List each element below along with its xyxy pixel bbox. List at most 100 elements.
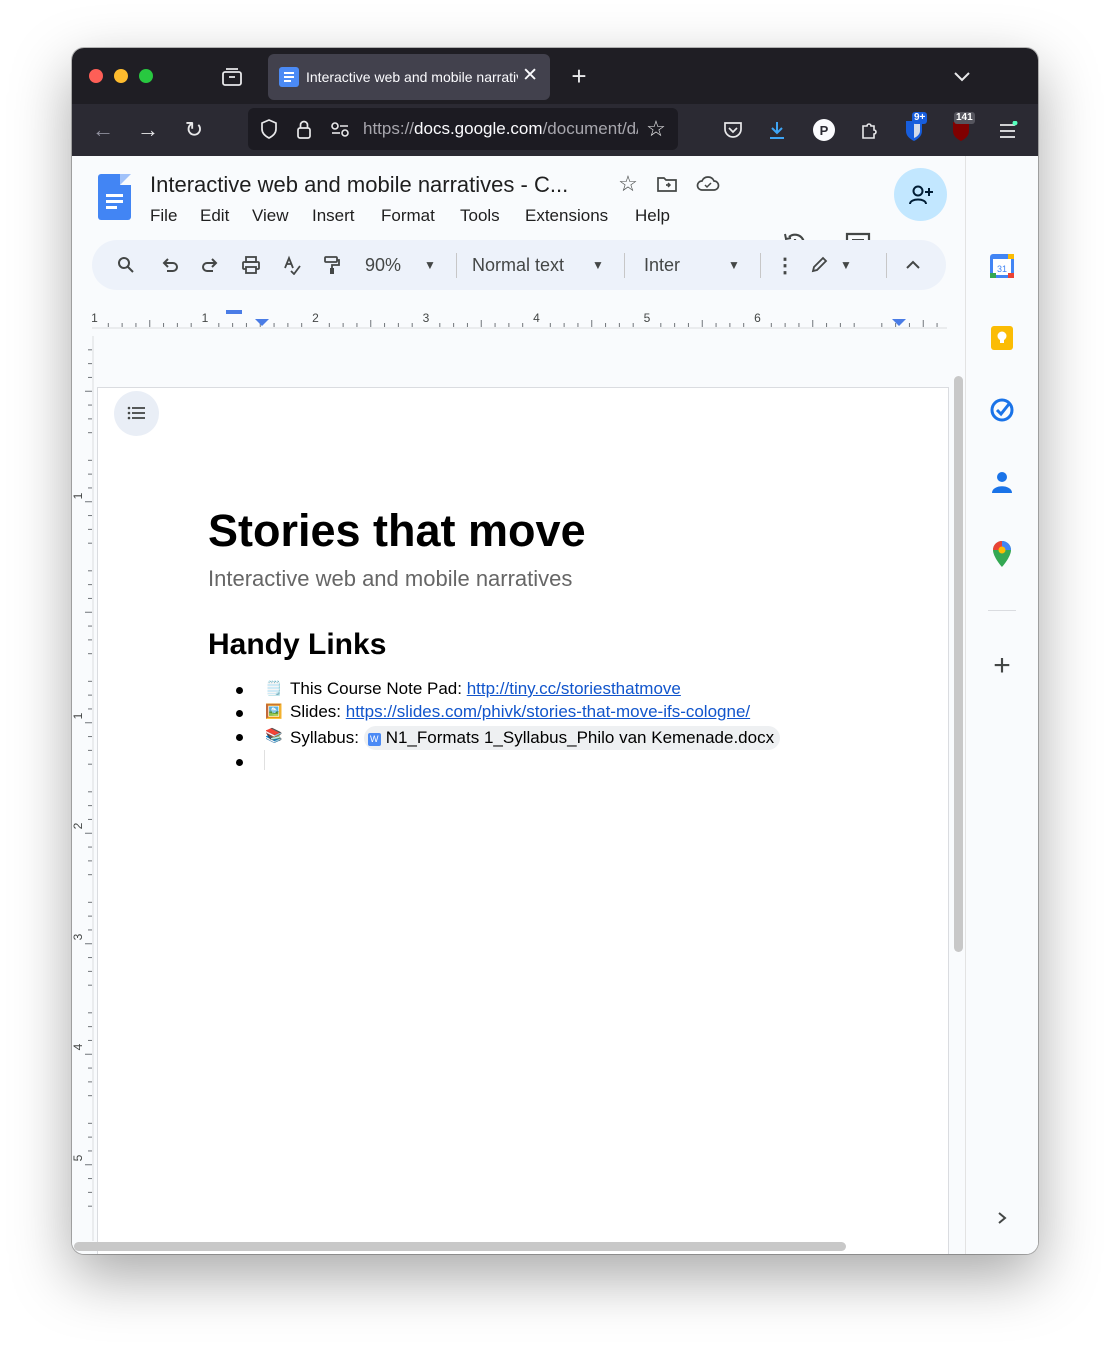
google-docs-app: Interactive web and mobile narratives - …: [72, 156, 1038, 1254]
search-menus-icon[interactable]: [110, 240, 142, 290]
print-icon[interactable]: [235, 240, 267, 290]
font-dropdown-icon[interactable]: ▼: [724, 240, 744, 290]
document-subtitle[interactable]: Interactive web and mobile narratives: [208, 566, 572, 592]
bullet: [236, 710, 243, 717]
document-outline-button[interactable]: [114, 391, 159, 436]
list-icon: [127, 406, 145, 420]
document-title-heading[interactable]: Stories that move: [208, 505, 586, 557]
list-item-label: This Course Note Pad:: [290, 679, 467, 698]
tasks-icon[interactable]: [988, 396, 1016, 424]
ruler-number: 3: [72, 933, 85, 940]
ruler-number: 1: [72, 712, 85, 719]
side-panel-divider: [988, 610, 1016, 611]
word-file-icon: W: [367, 733, 381, 746]
file-smart-chip[interactable]: W N1_Formats 1_Syllabus_Philo van Kemenad…: [363, 726, 781, 750]
vertical-scrollbar[interactable]: [954, 376, 963, 952]
horizontal-ruler[interactable]: 1 1 2 3 4 5 6: [91, 298, 947, 330]
ruler-number: 5: [644, 311, 651, 325]
active-tab[interactable]: Interactive web and mobile narratives - …: [268, 54, 550, 100]
menu-help[interactable]: Help: [635, 206, 670, 226]
url-text[interactable]: https://docs.google.com/document/d/: [363, 119, 638, 139]
vertical-ruler[interactable]: 11234567: [72, 336, 94, 1241]
hide-side-panel-chevron-right-icon[interactable]: [988, 1204, 1016, 1232]
editing-mode-dropdown-icon[interactable]: ▼: [836, 240, 856, 290]
slides-link[interactable]: https://slides.com/phivk/stories-that-mo…: [346, 702, 750, 721]
first-line-indent-marker[interactable]: [226, 310, 242, 314]
ruler-number: 3: [423, 311, 430, 325]
right-indent-marker[interactable]: [892, 319, 906, 326]
lock-icon[interactable]: [292, 117, 316, 141]
downloads-icon[interactable]: [763, 116, 791, 144]
horizontal-scrollbar[interactable]: [74, 1242, 846, 1251]
font-family-select[interactable]: Inter: [644, 240, 724, 290]
reload-icon[interactable]: ↻: [180, 116, 208, 144]
undo-icon[interactable]: [154, 240, 186, 290]
share-button[interactable]: [894, 168, 947, 221]
menu-tools[interactable]: Tools: [460, 206, 500, 226]
url-bar[interactable]: https://docs.google.com/document/d/ ☆: [248, 108, 678, 150]
note-pad-link[interactable]: http://tiny.cc/storiesthatmove: [467, 679, 681, 698]
menu-extensions[interactable]: Extensions: [525, 206, 608, 226]
zoom-window-button[interactable]: [139, 69, 153, 83]
profile-extension-icon[interactable]: P: [813, 119, 835, 141]
extensions-puzzle-icon[interactable]: [855, 116, 883, 144]
star-document-icon[interactable]: ☆: [616, 171, 640, 196]
move-folder-icon[interactable]: [655, 172, 679, 196]
tab-title: Interactive web and mobile narratives - …: [306, 69, 518, 85]
formatting-toolbar: 90% ▼ Normal text ▼ Inter ▼ ⋮ ▼: [92, 240, 946, 290]
app-menu-icon[interactable]: [994, 116, 1022, 144]
keep-icon[interactable]: [988, 324, 1016, 352]
toolbar-divider: [624, 253, 625, 278]
menu-insert[interactable]: Insert: [312, 206, 355, 226]
ruler-number: 4: [533, 311, 540, 325]
list-item-label: Syllabus:: [290, 728, 364, 747]
docs-home-icon[interactable]: [98, 174, 131, 220]
calendar-icon[interactable]: 31: [988, 252, 1016, 280]
site-permissions-icon[interactable]: [328, 117, 352, 141]
books-emoji-icon: 📚: [265, 727, 283, 743]
close-window-button[interactable]: [89, 69, 103, 83]
tab-list-chevron-down-icon[interactable]: [948, 62, 976, 90]
maps-icon[interactable]: [988, 540, 1016, 568]
paint-format-icon[interactable]: [316, 240, 348, 290]
list-item-label: Slides:: [290, 702, 346, 721]
zoom-select[interactable]: 90%: [358, 240, 408, 290]
back-arrow-icon[interactable]: ←: [89, 116, 117, 144]
redo-icon[interactable]: [194, 240, 226, 290]
svg-text:31: 31: [997, 264, 1007, 274]
spell-check-icon[interactable]: [276, 240, 308, 290]
ruler-number: 1: [92, 311, 98, 325]
editing-mode-pencil-icon[interactable]: [804, 240, 834, 290]
contacts-icon[interactable]: [988, 468, 1016, 496]
forward-arrow-icon[interactable]: →: [134, 116, 162, 144]
bitwarden-badge: 9+: [912, 112, 928, 124]
more-options-icon[interactable]: ⋮: [772, 240, 798, 290]
minimize-window-button[interactable]: [114, 69, 128, 83]
menu-file[interactable]: File: [150, 206, 177, 226]
ruler-number: 2: [312, 311, 319, 325]
ruler-number: 2: [72, 822, 85, 829]
zoom-dropdown-icon[interactable]: ▼: [420, 240, 440, 290]
get-add-ons-plus-icon[interactable]: +: [988, 649, 1016, 682]
side-panel: 31 +: [965, 156, 1038, 1254]
document-title[interactable]: Interactive web and mobile narratives - …: [150, 172, 568, 198]
add-person-icon: [908, 185, 933, 204]
tab-close-icon[interactable]: ✕: [522, 64, 538, 87]
tab-overview-icon[interactable]: [218, 63, 246, 91]
bullet: [236, 687, 243, 694]
paragraph-style-select[interactable]: Normal text: [472, 240, 582, 290]
handy-links-heading[interactable]: Handy Links: [208, 628, 386, 662]
menu-format[interactable]: Format: [381, 206, 435, 226]
new-tab-icon[interactable]: +: [565, 61, 593, 91]
menu-view[interactable]: View: [252, 206, 289, 226]
tracking-shield-icon[interactable]: [257, 117, 281, 141]
style-dropdown-icon[interactable]: ▼: [588, 240, 608, 290]
pocket-icon[interactable]: [719, 116, 747, 144]
menu-edit[interactable]: Edit: [200, 206, 229, 226]
toolbar-divider: [456, 253, 457, 278]
hide-menus-chevron-up-icon[interactable]: [898, 240, 928, 290]
cloud-saved-icon[interactable]: [695, 172, 721, 196]
bullet: [236, 759, 243, 766]
left-indent-marker[interactable]: [255, 319, 269, 326]
bookmark-star-icon[interactable]: ☆: [644, 116, 668, 141]
